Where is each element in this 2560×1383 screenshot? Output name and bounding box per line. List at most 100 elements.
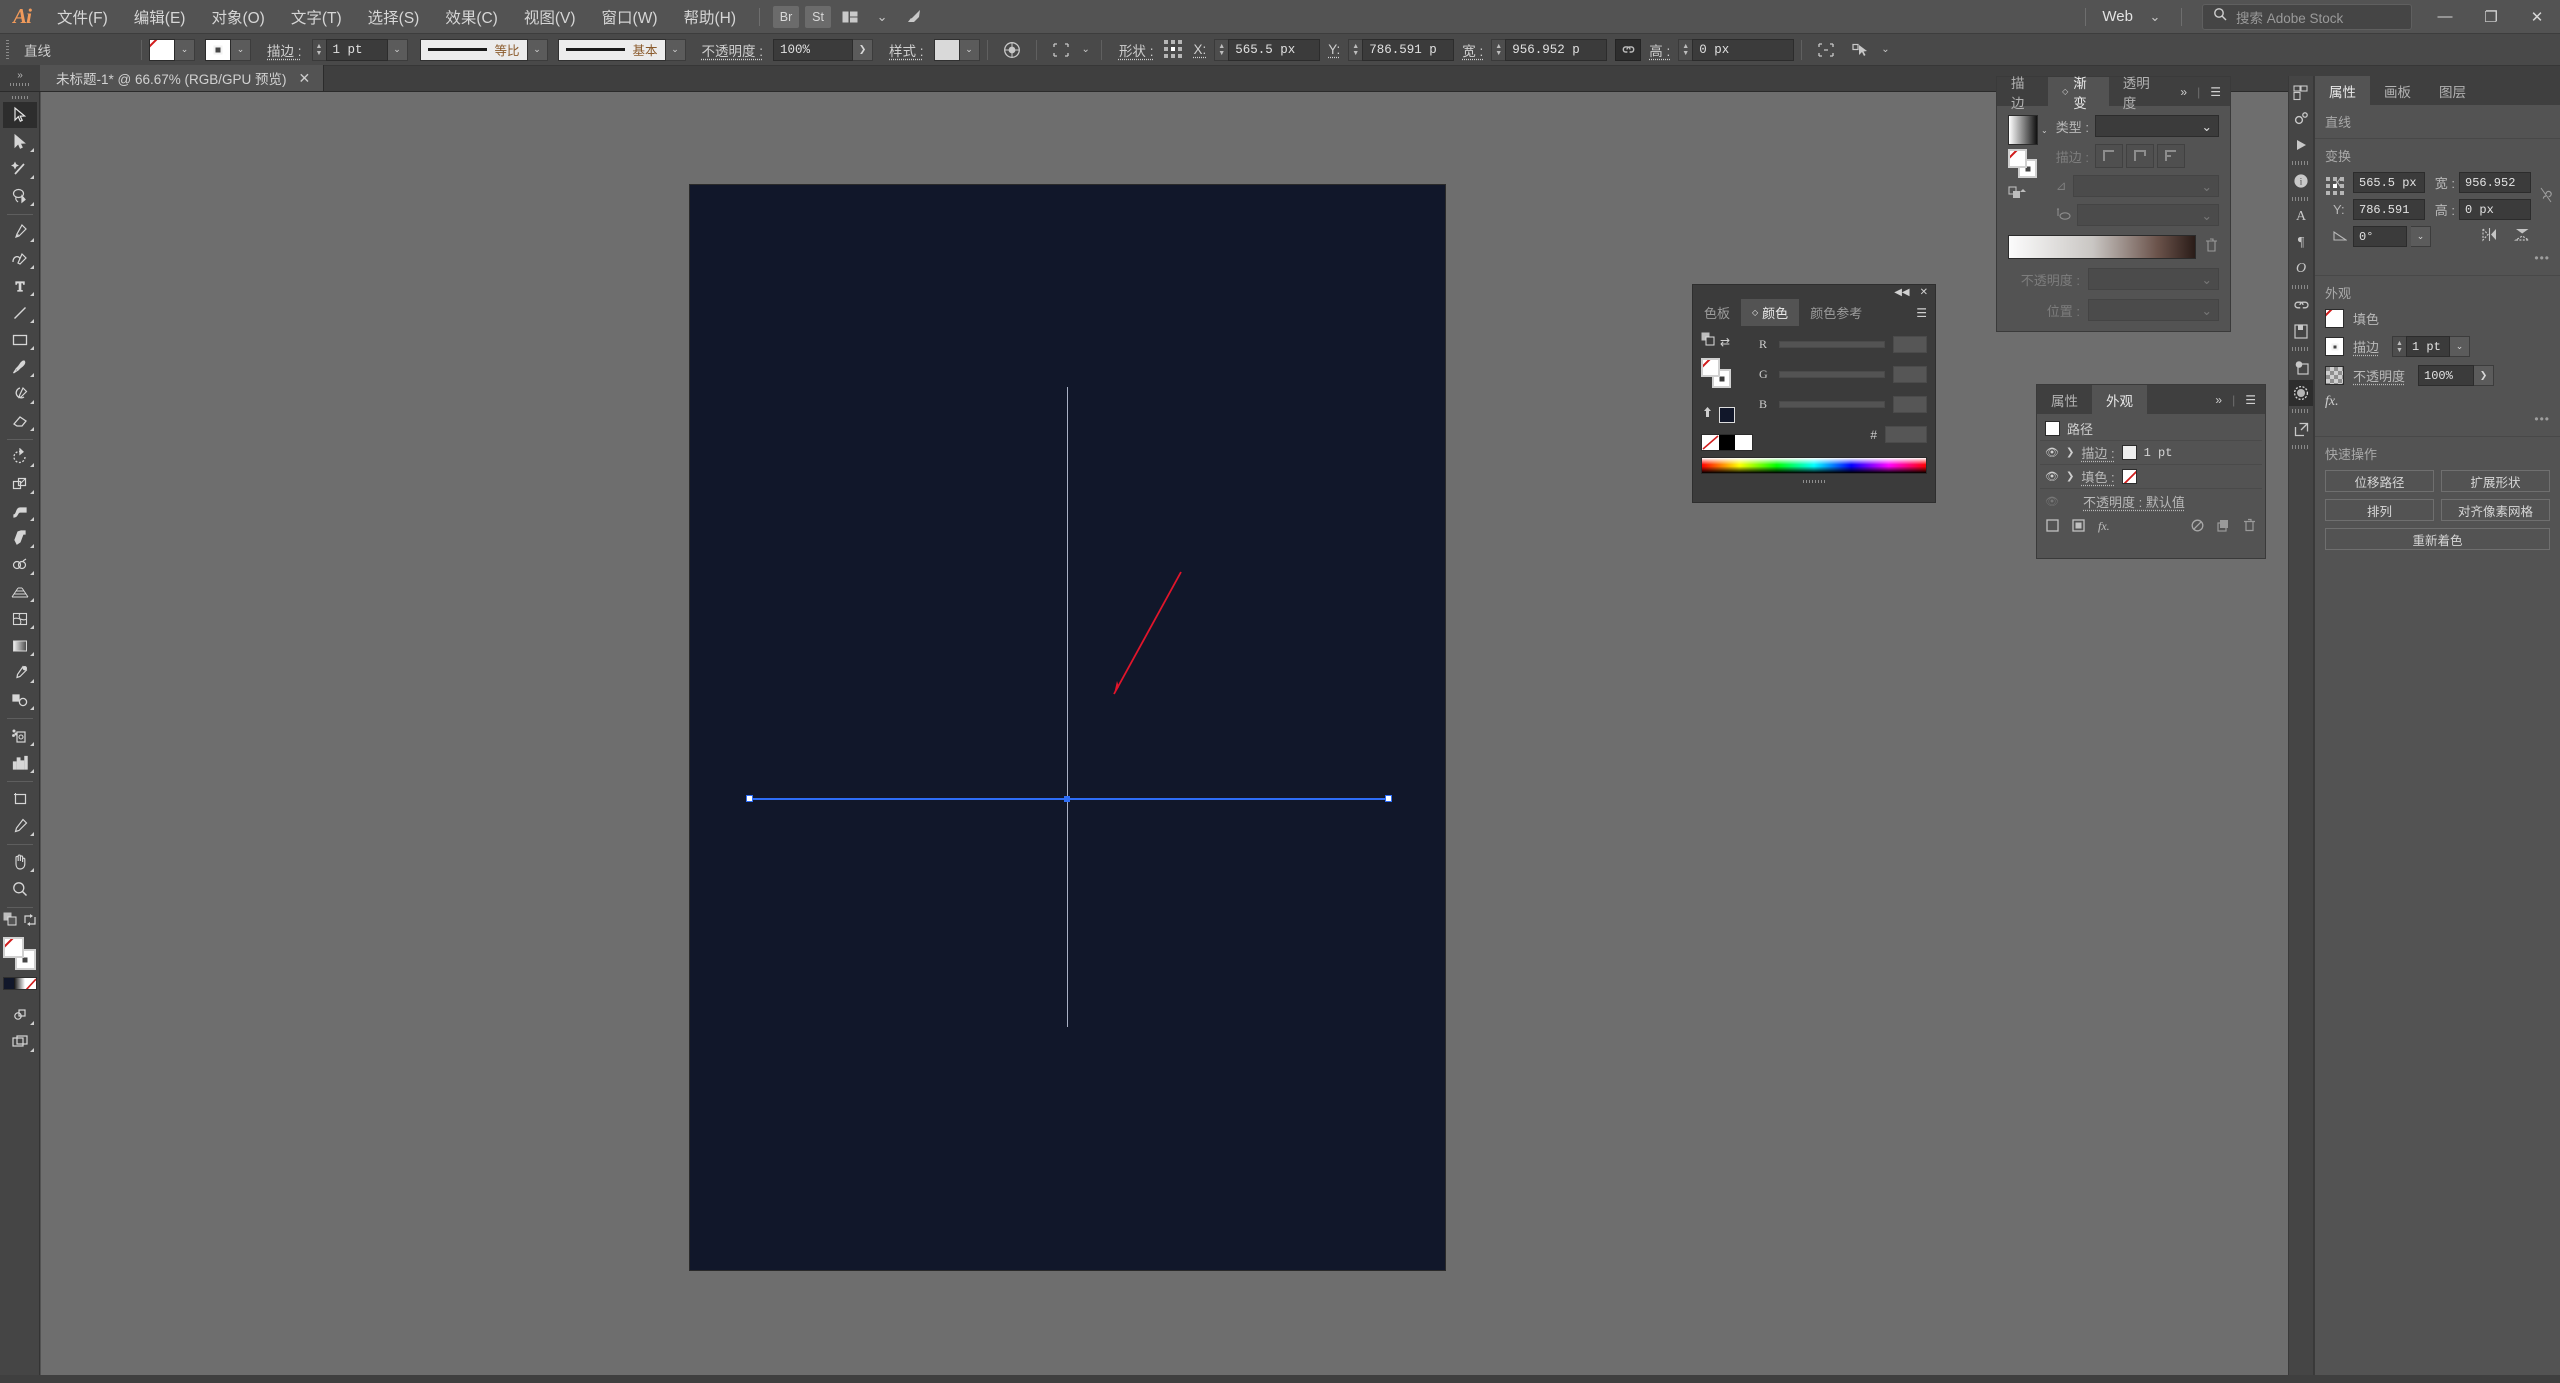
red-line-path[interactable] bbox=[690, 185, 1445, 1270]
height-field[interactable]: ▲ ▼ 0 px bbox=[1678, 38, 1795, 61]
fill-expand-chevron-icon[interactable]: ❯ bbox=[2066, 471, 2074, 482]
appearance-opacity-row[interactable]: 👁 不透明度 : 默认值 bbox=[2040, 489, 2262, 513]
variable-width-profile-value[interactable]: 等比 bbox=[419, 38, 528, 61]
fill-stroke-indicator[interactable] bbox=[2, 937, 37, 971]
x-stepper[interactable]: ▲ ▼ bbox=[1214, 38, 1229, 61]
color-panel-close-icon[interactable]: ✕ bbox=[1920, 287, 1928, 298]
tab-properties-float[interactable]: 属性 bbox=[2037, 385, 2092, 414]
artboards-icon[interactable] bbox=[2289, 318, 2313, 344]
selection-tool[interactable] bbox=[2, 102, 37, 128]
transform-angle-value[interactable]: 0° bbox=[2353, 226, 2407, 247]
toolbar-collapse-handle[interactable]: » bbox=[0, 65, 40, 91]
eraser-tool[interactable] bbox=[3, 408, 37, 434]
duplicate-item-icon[interactable] bbox=[2217, 519, 2230, 535]
y-stepper[interactable]: ▲ ▼ bbox=[1348, 38, 1363, 61]
clear-appearance-icon[interactable] bbox=[2191, 519, 2204, 535]
character-icon[interactable]: A bbox=[2289, 204, 2313, 230]
brush-definition-value[interactable]: 基本 bbox=[557, 38, 666, 61]
appearance-fill-swatch[interactable] bbox=[2121, 469, 2137, 484]
stroke-color-control[interactable]: ⌄ bbox=[205, 38, 251, 61]
height-stepper[interactable]: ▲ ▼ bbox=[1678, 38, 1693, 61]
menu-effect[interactable]: 效果(C) bbox=[432, 0, 511, 34]
width-value[interactable]: 956.952 p bbox=[1505, 38, 1608, 61]
color-swatch-mode[interactable] bbox=[3, 978, 15, 989]
appearance-opacity-control[interactable]: 不透明度 100% ❯ bbox=[2325, 365, 2550, 386]
opacity-visibility-eye-icon[interactable]: 👁 bbox=[2045, 495, 2059, 508]
tab-gradient[interactable]: ◇ 渐变 bbox=[2048, 76, 2109, 111]
tab-properties[interactable]: 属性 bbox=[2315, 76, 2370, 105]
stroke-swatch[interactable] bbox=[205, 38, 231, 61]
add-new-stroke-icon[interactable] bbox=[2046, 518, 2059, 535]
properties-opacity-swatch[interactable] bbox=[2325, 366, 2344, 385]
appearance-stroke-label[interactable]: 描边 : bbox=[2081, 443, 2114, 462]
gradient-swatch-mode[interactable] bbox=[14, 978, 25, 989]
align-to-pixel-grid-button[interactable]: 对齐像素网格 bbox=[2441, 499, 2550, 521]
appearance-opacity-label[interactable]: 不透明度 : 默认值 bbox=[2083, 492, 2185, 511]
width-stepper[interactable]: ▲ ▼ bbox=[1491, 38, 1506, 61]
fill-indicator[interactable] bbox=[2, 937, 24, 958]
column-graph-tool[interactable] bbox=[3, 750, 37, 776]
pen-tool[interactable] bbox=[3, 219, 37, 245]
transform-more-options-icon[interactable]: ••• bbox=[2325, 251, 2550, 265]
channel-r-value[interactable] bbox=[1893, 336, 1927, 353]
menu-edit[interactable]: 编辑(E) bbox=[121, 0, 199, 34]
channel-g-row[interactable]: G bbox=[1759, 366, 1927, 383]
tab-layers[interactable]: 图层 bbox=[2425, 76, 2480, 105]
slice-tool[interactable] bbox=[3, 813, 37, 839]
eyedropper-tool[interactable] bbox=[3, 660, 37, 686]
properties-stroke-weight[interactable]: 1 pt bbox=[2406, 336, 2451, 357]
maximize-button[interactable]: ❐ bbox=[2468, 0, 2514, 34]
flip-horizontal-icon[interactable] bbox=[2481, 226, 2498, 247]
curvature-tool[interactable] bbox=[3, 246, 37, 272]
document-tab[interactable]: 未标题-1* @ 66.67% (RGB/GPU 预览) ✕ bbox=[40, 65, 325, 91]
drawing-modes-icon[interactable] bbox=[3, 1002, 37, 1028]
x-field[interactable]: ▲ ▼ 565.5 px bbox=[1214, 38, 1321, 61]
paragraph-icon[interactable]: ¶ bbox=[2289, 230, 2313, 256]
appearance-more-options-icon[interactable]: ••• bbox=[2325, 412, 2550, 426]
opacity-label[interactable]: 不透明度 : bbox=[686, 40, 774, 60]
fill-chevron-down-icon[interactable]: ⌄ bbox=[175, 38, 195, 61]
arrange-chevron-down-icon[interactable]: ⌄ bbox=[869, 6, 895, 28]
stock-icon[interactable]: St bbox=[805, 5, 832, 28]
menu-help[interactable]: 帮助(H) bbox=[670, 0, 749, 34]
align-panel-icon[interactable] bbox=[1809, 42, 1843, 58]
control-bar-grip[interactable] bbox=[0, 39, 14, 61]
properties-stroke-chevron-down-icon[interactable]: ⌄ bbox=[2450, 336, 2471, 357]
anchor-point-center[interactable] bbox=[1064, 796, 1070, 802]
add-new-fill-icon[interactable] bbox=[2072, 518, 2085, 535]
transform-w-value[interactable]: 956.952 bbox=[2459, 172, 2531, 193]
gradient-stroke-along-icon[interactable] bbox=[2125, 144, 2154, 168]
gradient-type-control[interactable]: 类型 : ⌄ bbox=[2056, 115, 2219, 137]
gradient-preview-swatch[interactable] bbox=[2008, 115, 2038, 145]
type-tool[interactable]: T bbox=[3, 273, 37, 299]
channel-r-slider[interactable] bbox=[1779, 341, 1885, 348]
lock-proportions-link-icon[interactable] bbox=[1615, 38, 1642, 61]
properties-add-effect-icon[interactable]: fx. bbox=[2325, 394, 2550, 410]
y-value[interactable]: 786.591 p bbox=[1362, 38, 1455, 61]
gradient-preview-chevron-down-icon[interactable]: ⌄ bbox=[2041, 126, 2048, 135]
opacity-control[interactable]: 100% ❯ bbox=[773, 38, 874, 61]
height-value[interactable]: 0 px bbox=[1692, 38, 1795, 61]
screen-mode-icon[interactable] bbox=[3, 1029, 37, 1055]
channel-b-slider[interactable] bbox=[1779, 401, 1885, 408]
artboard-tool[interactable] bbox=[3, 786, 37, 812]
brush-chevron-down-icon[interactable]: ⌄ bbox=[665, 38, 686, 61]
properties-opacity-expand-icon[interactable]: ❯ bbox=[2474, 365, 2495, 386]
symbol-sprayer-tool[interactable] bbox=[3, 723, 37, 749]
gradient-type-chevron-down-icon[interactable]: ⌄ bbox=[2202, 119, 2212, 134]
tab-transparency[interactable]: 透明度 bbox=[2108, 76, 2172, 111]
transform-h-value[interactable]: 0 px bbox=[2459, 199, 2531, 220]
direct-selection-tool[interactable] bbox=[3, 129, 37, 155]
hex-row[interactable]: # bbox=[1759, 426, 1927, 443]
line-segment-tool[interactable] bbox=[3, 300, 37, 326]
default-fill-stroke-icon[interactable] bbox=[3, 912, 18, 932]
menu-file[interactable]: 文件(F) bbox=[44, 0, 121, 34]
recolor-artwork-icon[interactable] bbox=[995, 41, 1029, 59]
color-spectrum-bar[interactable] bbox=[1701, 457, 1927, 474]
offset-path-button[interactable]: 位移路径 bbox=[2325, 470, 2434, 492]
opacity-expand-icon[interactable]: ❯ bbox=[853, 38, 874, 61]
properties-stroke-weight-control[interactable]: ▲ ▼ 1 pt ⌄ bbox=[2392, 336, 2471, 357]
channel-g-value[interactable] bbox=[1893, 366, 1927, 383]
gradient-panel-menu-icon[interactable]: ☰ bbox=[2210, 85, 2221, 99]
menu-type[interactable]: 文字(T) bbox=[278, 0, 355, 34]
